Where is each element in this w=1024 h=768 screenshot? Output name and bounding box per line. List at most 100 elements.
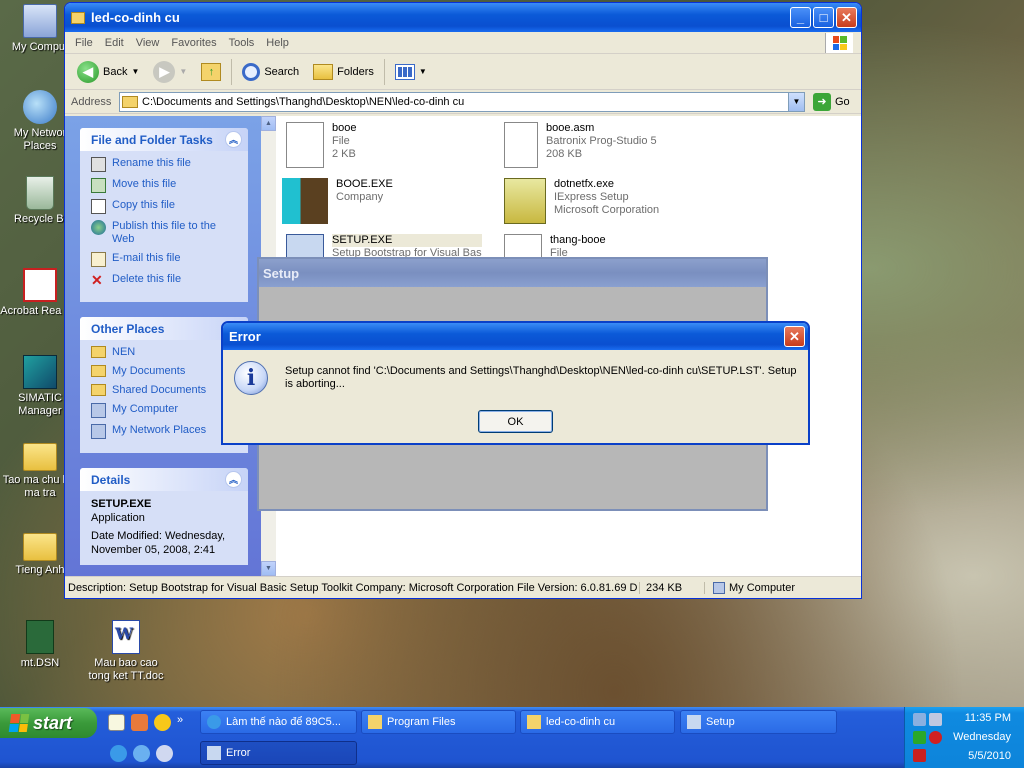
maximize-button[interactable]: □ <box>813 7 834 28</box>
menu-tools[interactable]: Tools <box>223 37 261 49</box>
desktop-icon-mau-bao-cao[interactable]: W Mau bao cao tong ket TT.doc <box>86 620 166 683</box>
clock-time[interactable]: 11:35 PM <box>945 712 1024 724</box>
email-icon <box>91 252 106 267</box>
task-move[interactable]: Move this file <box>91 178 240 193</box>
search-label: Search <box>264 65 300 78</box>
views-button[interactable]: ▼ <box>391 62 431 82</box>
address-value: C:\Documents and Settings\Thanghd\Deskto… <box>142 95 465 108</box>
windows-logo-icon <box>825 33 853 53</box>
notepad-icon[interactable] <box>108 714 125 731</box>
file-item[interactable]: booe File 2 KB <box>286 122 496 168</box>
explorer-titlebar[interactable]: led-co-dinh cu _ □ ✕ <box>65 3 861 32</box>
collapse-chevron-icon[interactable]: ︽ <box>225 131 242 148</box>
simatic-icon <box>23 355 57 389</box>
taskbar-item[interactable]: Program Files <box>361 710 516 734</box>
ie-alt-icon[interactable] <box>133 745 150 762</box>
back-label: Back <box>103 65 128 78</box>
scroll-up-icon[interactable]: ▲ <box>261 116 276 131</box>
speaker-tray-icon[interactable] <box>929 713 942 726</box>
place-label: NEN <box>112 346 136 358</box>
file-item[interactable]: dotnetfx.exe IExpress Setup Microsoft Corp… <box>504 178 714 224</box>
chevron-down-icon[interactable]: ▼ <box>788 92 804 111</box>
go-button[interactable]: ➜ Go <box>813 92 850 111</box>
status-location: My Computer <box>705 581 795 594</box>
search-icon <box>242 62 261 81</box>
setup-icon <box>687 715 701 729</box>
forward-button[interactable]: ▶ ▼ <box>149 59 191 85</box>
scroll-down-icon[interactable]: ▼ <box>261 561 276 576</box>
menu-favorites[interactable]: Favorites <box>165 37 222 49</box>
address-input[interactable]: C:\Documents and Settings\Thanghd\Deskto… <box>119 91 805 112</box>
setup-icon <box>207 746 221 760</box>
menu-help[interactable]: Help <box>260 37 295 49</box>
taskbar-item[interactable]: led-co-dinh cu <box>520 710 675 734</box>
globe-icon <box>91 220 106 235</box>
detail-modified: Date Modified: Wednesday, November 05, 2… <box>91 530 226 556</box>
collapse-chevron-icon[interactable]: ︽ <box>225 471 242 488</box>
place-shared-documents[interactable]: Shared Documents <box>91 384 240 397</box>
shield-tray-icon[interactable] <box>929 731 942 744</box>
copy-icon <box>91 199 106 214</box>
task-email[interactable]: E-mail this file <box>91 252 240 267</box>
flag-tray-icon[interactable] <box>913 731 926 744</box>
internet-explorer-icon[interactable] <box>110 745 127 762</box>
task-publish[interactable]: Publish this file to the Web <box>91 220 240 246</box>
menu-edit[interactable]: Edit <box>99 37 130 49</box>
clock-date[interactable]: 5/5/2010 <box>945 750 1024 762</box>
panel-header[interactable]: Details ︽ <box>80 468 248 491</box>
chevron-down-icon: ▼ <box>131 67 140 76</box>
desktop-icon-mt-dsn[interactable]: mt.DSN <box>0 620 80 670</box>
menu-file[interactable]: File <box>69 37 99 49</box>
folders-button[interactable]: Folders <box>309 62 378 82</box>
antivirus-tray-icon[interactable] <box>913 749 926 762</box>
file-size: 208 KB <box>546 148 583 160</box>
computer-icon <box>91 403 106 418</box>
up-folder-icon: ↑ <box>201 62 222 81</box>
task-delete[interactable]: ✕ Delete this file <box>91 273 240 288</box>
dialog-message: Setup cannot find 'C:\Documents and Sett… <box>285 365 797 390</box>
file-type: Batronix Prog-Studio 5 <box>546 135 657 147</box>
place-nen[interactable]: NEN <box>91 346 240 359</box>
close-button[interactable]: ✕ <box>836 7 857 28</box>
task-copy[interactable]: Copy this file <box>91 199 240 214</box>
place-my-documents[interactable]: My Documents <box>91 365 240 378</box>
folder-icon <box>91 346 106 358</box>
dsn-file-icon <box>26 620 54 654</box>
minimize-button[interactable]: _ <box>790 7 811 28</box>
search-button[interactable]: Search <box>238 61 303 83</box>
start-button[interactable]: start <box>0 708 97 738</box>
info-icon: i <box>234 361 268 395</box>
network-tray-icon[interactable] <box>913 713 926 726</box>
panel-header[interactable]: File and Folder Tasks ︽ <box>80 128 248 151</box>
quick-launch-more-icon[interactable]: » <box>177 714 183 731</box>
views-icon <box>394 63 415 80</box>
back-button[interactable]: ◀ Back ▼ <box>73 59 143 85</box>
file-type: Company <box>336 191 384 203</box>
quick-launch-row1: » <box>108 714 183 731</box>
file-item[interactable]: BOOE.EXE Company <box>282 178 492 224</box>
folders-icon <box>313 63 334 80</box>
taskbar-item[interactable]: Làm thế nào để 89C5... <box>200 710 357 734</box>
media-player-icon[interactable] <box>156 745 173 762</box>
word-document-icon: W <box>112 620 140 654</box>
place-my-computer[interactable]: My Computer <box>91 403 240 418</box>
taskbar: start » Làm thế nào để 89C5... Program F… <box>0 707 1024 768</box>
messenger-icon[interactable] <box>154 714 171 731</box>
dialog-close-button[interactable]: ✕ <box>784 326 805 347</box>
file-item[interactable]: booe.asm Batronix Prog-Studio 5 208 KB <box>504 122 714 168</box>
task-rename[interactable]: Rename this file <box>91 157 240 172</box>
taskbar-item[interactable]: Setup <box>680 710 837 734</box>
place-my-network-places[interactable]: My Network Places <box>91 424 240 439</box>
setup-titlebar[interactable]: Setup <box>259 259 766 287</box>
dialog-titlebar[interactable]: Error ✕ <box>223 323 808 350</box>
up-folder-button[interactable]: ↑ <box>197 61 225 83</box>
task-label: Rename this file <box>112 157 191 169</box>
chevron-down-icon: ▼ <box>418 67 427 76</box>
powerpoint-icon[interactable] <box>131 714 148 731</box>
clock-day[interactable]: Wednesday <box>945 731 1024 743</box>
task-label: Delete this file <box>112 273 182 285</box>
exe-door-icon <box>282 178 328 224</box>
ok-button[interactable]: OK <box>478 410 553 433</box>
taskbar-item-active[interactable]: Error <box>200 741 357 765</box>
menu-view[interactable]: View <box>130 37 166 49</box>
